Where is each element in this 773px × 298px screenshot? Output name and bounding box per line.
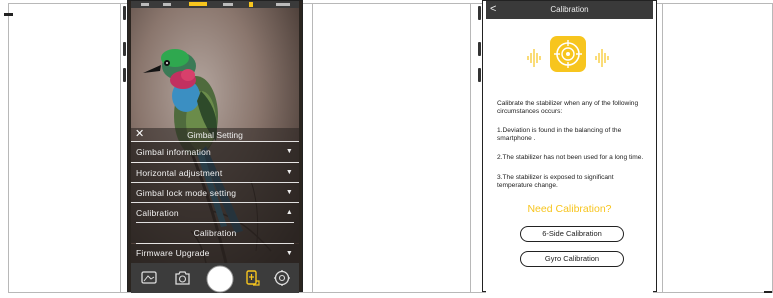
grid-v1 bbox=[120, 3, 121, 293]
phone2-side-button-mid bbox=[478, 42, 481, 56]
vibration-icon bbox=[595, 49, 609, 67]
corner-mark bbox=[4, 13, 13, 16]
menu-gimbal-lock-mode[interactable]: Gimbal lock mode setting ▼ bbox=[131, 183, 299, 203]
grid-v2 bbox=[312, 3, 313, 293]
gimbal-setting-phone: ✕ Gimbal Setting Gimbal information ▼ Ho… bbox=[127, 0, 303, 293]
submenu-label: Calibration bbox=[193, 228, 237, 238]
menu-horizontal-adjustment[interactable]: Horizontal adjustment ▼ bbox=[131, 163, 299, 183]
phone1-side-button-top bbox=[123, 6, 126, 20]
camera-icon[interactable] bbox=[175, 271, 190, 285]
calibration-intro: Calibrate the stabilizer when any of the… bbox=[497, 100, 639, 116]
calibration-header: < Calibration bbox=[486, 1, 653, 19]
gyro-calibration-button[interactable]: Gyro Calibration bbox=[520, 251, 624, 267]
grid-top-line bbox=[8, 3, 773, 4]
menu-label: Horizontal adjustment bbox=[136, 168, 223, 178]
circumstance-item-3: 3.The stabilizer is exposed to significa… bbox=[497, 174, 614, 190]
chevron-down-icon: ▼ bbox=[285, 169, 293, 176]
gimbal-setting-header: ✕ Gimbal Setting bbox=[131, 128, 299, 142]
menu-label: Firmware Upgrade bbox=[136, 248, 210, 258]
calibration-phone: < Calibration Calibrate the stabilizer w… bbox=[482, 0, 657, 293]
vibration-icon bbox=[527, 49, 541, 67]
target-icon bbox=[550, 36, 586, 72]
phone1-side-button-low bbox=[123, 68, 126, 82]
gallery-icon[interactable] bbox=[141, 271, 157, 284]
grid-v0 bbox=[8, 3, 9, 293]
phone1-side-button-mid bbox=[123, 42, 126, 56]
six-side-calibration-button[interactable]: 6-Side Calibration bbox=[520, 226, 624, 242]
phone2-side-button-top bbox=[478, 6, 481, 20]
menu-calibration[interactable]: Calibration ▲ bbox=[131, 203, 299, 223]
submenu-calibration[interactable]: Calibration bbox=[131, 223, 299, 243]
camera-toolbar bbox=[131, 263, 299, 293]
settings-icon[interactable] bbox=[274, 270, 290, 286]
chevron-down-icon: ▼ bbox=[285, 189, 293, 196]
menu-label: Gimbal lock mode setting bbox=[136, 188, 237, 198]
grid-bottom-line bbox=[8, 292, 773, 293]
circumstance-item-1: 1.Deviation is found in the balancing of… bbox=[497, 127, 622, 143]
chevron-up-icon: ▲ bbox=[285, 209, 293, 216]
menu-label: Gimbal information bbox=[136, 147, 211, 157]
need-calibration-prompt: Need Calibration? bbox=[527, 203, 612, 215]
gimbal-icon[interactable] bbox=[246, 270, 260, 286]
page-title: Gimbal Setting bbox=[187, 130, 243, 140]
corner-mark-bottom bbox=[764, 291, 772, 293]
calibration-body: Calibrate the stabilizer when any of the… bbox=[486, 19, 653, 293]
grid-v3 bbox=[470, 3, 471, 293]
status-active-mark bbox=[189, 2, 207, 6]
grid-v4 bbox=[662, 3, 663, 293]
circumstance-item-2: 2.The stabilizer has not been used for a… bbox=[497, 154, 644, 161]
page-title: Calibration bbox=[550, 5, 589, 14]
chevron-down-icon: ▼ bbox=[285, 250, 293, 257]
shutter-icon[interactable] bbox=[206, 265, 234, 293]
calibration-illustration bbox=[527, 36, 609, 72]
menu-gimbal-information[interactable]: Gimbal information ▼ bbox=[131, 142, 299, 162]
phone2-side-button-low bbox=[478, 68, 481, 82]
menu-firmware-upgrade[interactable]: Firmware Upgrade ▼ bbox=[131, 244, 299, 263]
menu-label: Calibration bbox=[136, 208, 179, 218]
back-icon[interactable]: < bbox=[490, 1, 500, 19]
chevron-down-icon: ▼ bbox=[285, 148, 293, 155]
